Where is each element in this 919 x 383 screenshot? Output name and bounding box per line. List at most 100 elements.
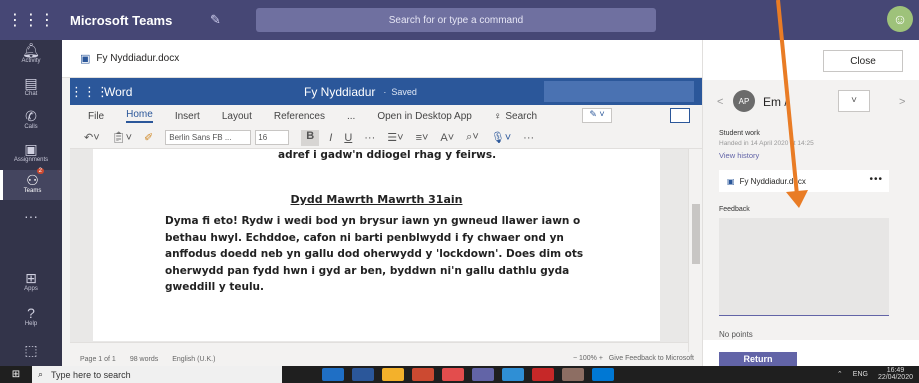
format-painter-icon[interactable]: ✐ — [144, 131, 153, 144]
bold-button[interactable]: B — [301, 129, 320, 146]
app-launcher-icon[interactable]: ⋮⋮⋮ — [0, 0, 62, 40]
tab-layout[interactable]: Layout — [222, 111, 252, 122]
rail-item-assignments[interactable]: ▣ Assignments — [0, 141, 62, 163]
rail-item-calls[interactable]: ✆ Calls — [0, 108, 62, 130]
return-button[interactable]: Return — [719, 352, 797, 366]
editing-mode-button[interactable]: ✎ ˅ — [582, 108, 612, 123]
lightbulb-icon: ♀ — [493, 110, 502, 122]
rail-item-apps[interactable]: ⊞ Apps — [0, 270, 62, 292]
search-input[interactable]: Search for or type a command — [256, 8, 656, 32]
taskbar-app-icon[interactable] — [352, 368, 374, 381]
taskbar-app-icon[interactable] — [412, 368, 434, 381]
rail-label: Teams — [23, 188, 42, 194]
rail-item-help[interactable]: ? Help — [0, 305, 62, 327]
word-search-box[interactable] — [544, 81, 694, 102]
student-dropdown[interactable]: ˅ — [838, 90, 870, 112]
find-icon[interactable]: ⌕˅ — [466, 131, 479, 144]
assignments-icon: ▣ — [24, 141, 38, 157]
feedback-input[interactable] — [719, 218, 889, 316]
rail-label: Calls — [24, 124, 38, 130]
rail-item-chat[interactable]: ▤ Chat — [0, 75, 62, 97]
ellipsis-icon: ··· — [24, 208, 38, 224]
bell-icon: 🔔︎ — [22, 42, 40, 58]
attached-file[interactable]: ▣ Fy Nyddiadur.docx ••• — [719, 170, 889, 192]
rail-label: Apps — [24, 286, 38, 292]
font-select[interactable]: Berlin Sans FB ... — [165, 130, 252, 145]
taskbar-app-icon[interactable] — [322, 368, 344, 381]
tray-chevron-icon[interactable]: ⌃ — [837, 370, 843, 378]
grading-panel: Close < > AP Em / ˅ Student work Handed … — [702, 40, 919, 366]
student-name: Em / — [763, 95, 788, 109]
taskbar-app-icon[interactable] — [442, 368, 464, 381]
save-status-text: Saved — [391, 86, 417, 97]
tab-references[interactable]: References — [274, 111, 325, 122]
underline-button[interactable]: U — [344, 132, 352, 144]
clock[interactable]: 16:49 22/04/2020 — [878, 367, 913, 381]
system-tray: ⌃ ENG 16:49 22/04/2020 — [837, 367, 913, 381]
user-avatar[interactable]: ☺ — [887, 6, 913, 32]
more-font-options-icon[interactable]: ··· — [364, 132, 375, 144]
undo-icon[interactable]: ↶˅ — [84, 131, 100, 144]
open-in-desktop-app[interactable]: Open in Desktop App — [377, 111, 472, 122]
horizontal-scrollbar[interactable] — [70, 342, 688, 352]
student-work-label: Student work — [719, 130, 760, 137]
taskbar-app-icon[interactable] — [592, 368, 614, 381]
close-button[interactable]: Close — [823, 50, 903, 72]
clock-time: 16:49 — [886, 367, 905, 374]
apps-icon: ⊞ — [25, 270, 37, 286]
tell-me-search[interactable]: Search — [505, 111, 537, 122]
rail-label: Activity — [21, 58, 41, 64]
view-history-link[interactable]: View history — [719, 151, 759, 160]
tab-file[interactable]: File — [88, 111, 104, 122]
taskbar-app-icon[interactable] — [472, 368, 494, 381]
bullets-icon[interactable]: ☰˅ — [387, 131, 403, 144]
taskbar-app-icon[interactable] — [562, 368, 584, 381]
paste-icon[interactable]: 📋︎˅ — [112, 131, 132, 144]
taskbar-app-icon[interactable] — [502, 368, 524, 381]
more-apps-icon[interactable]: ··· — [0, 208, 62, 224]
give-feedback-link[interactable]: Give Feedback to Microsoft — [609, 355, 694, 362]
app-rail: 🔔︎ Activity ▤ Chat ✆ Calls ▣ Assignments… — [0, 40, 62, 366]
language[interactable]: English (U.K.) — [172, 356, 215, 363]
rail-item-activity[interactable]: 🔔︎ Activity — [0, 42, 62, 64]
tab-insert[interactable]: Insert — [175, 111, 200, 122]
document-body: Dyma fi eto! Rydw i wedi bod yn brysur i… — [165, 215, 584, 293]
rail-label: Assignments — [13, 157, 49, 163]
document-page[interactable]: adref i gadw'n ddiogel rhag y feirws. Dy… — [93, 149, 660, 341]
points-label: No points — [719, 330, 753, 339]
word-brand: Word — [104, 84, 133, 99]
compose-icon[interactable]: ✎ — [210, 12, 230, 28]
taskbar-app-icon[interactable] — [382, 368, 404, 381]
rail-label: Help — [24, 321, 38, 327]
vertical-scrollbar[interactable] — [688, 149, 702, 352]
input-language[interactable]: ENG — [853, 371, 868, 378]
zoom-out-icon[interactable]: − — [573, 355, 577, 362]
dictate-icon[interactable]: 🎙︎˅ — [491, 131, 511, 144]
tab-more[interactable]: ... — [347, 111, 355, 122]
taskbar-search[interactable]: ⌕ Type here to search — [32, 366, 282, 383]
more-options-icon[interactable]: ••• — [869, 174, 883, 185]
phone-icon: ✆ — [25, 108, 37, 124]
document-text-cut: adref i gadw'n ddiogel rhag y feirws. — [278, 149, 497, 161]
zoom-in-icon[interactable]: + — [599, 355, 603, 362]
taskbar-app-icon[interactable] — [532, 368, 554, 381]
comment-icon[interactable] — [670, 108, 690, 123]
more-options-icon[interactable]: ··· — [523, 132, 534, 144]
windows-taskbar: ⊞ ⌕ Type here to search ⌃ ENG 16:49 22/0… — [0, 366, 919, 383]
rail-item-teams[interactable]: ⚇ 2 Teams — [0, 168, 62, 200]
font-size-select[interactable]: 16 — [255, 130, 290, 145]
styles-icon[interactable]: A˅ — [440, 132, 454, 144]
tab-home[interactable]: Home — [126, 109, 153, 123]
attached-file-name: Fy Nyddiadur.docx — [739, 176, 806, 186]
scrollbar-thumb[interactable] — [692, 204, 700, 264]
download-icon[interactable]: ⬚ — [0, 342, 62, 358]
align-icon[interactable]: ≡˅ — [416, 132, 429, 144]
zoom-level[interactable]: 100% — [579, 355, 597, 362]
italic-button[interactable]: I — [329, 132, 332, 144]
chevron-right-icon[interactable]: > — [899, 96, 905, 108]
document-name[interactable]: Fy Nyddiadur — [304, 85, 375, 99]
windows-start-icon[interactable]: ⊞ — [0, 369, 32, 380]
word-title-bar: ⋮⋮⋮ Word Fy Nyddiadur · Saved — [70, 78, 702, 105]
chevron-left-icon[interactable]: < — [717, 96, 723, 108]
office-launcher-icon[interactable]: ⋮⋮⋮ — [70, 84, 109, 100]
